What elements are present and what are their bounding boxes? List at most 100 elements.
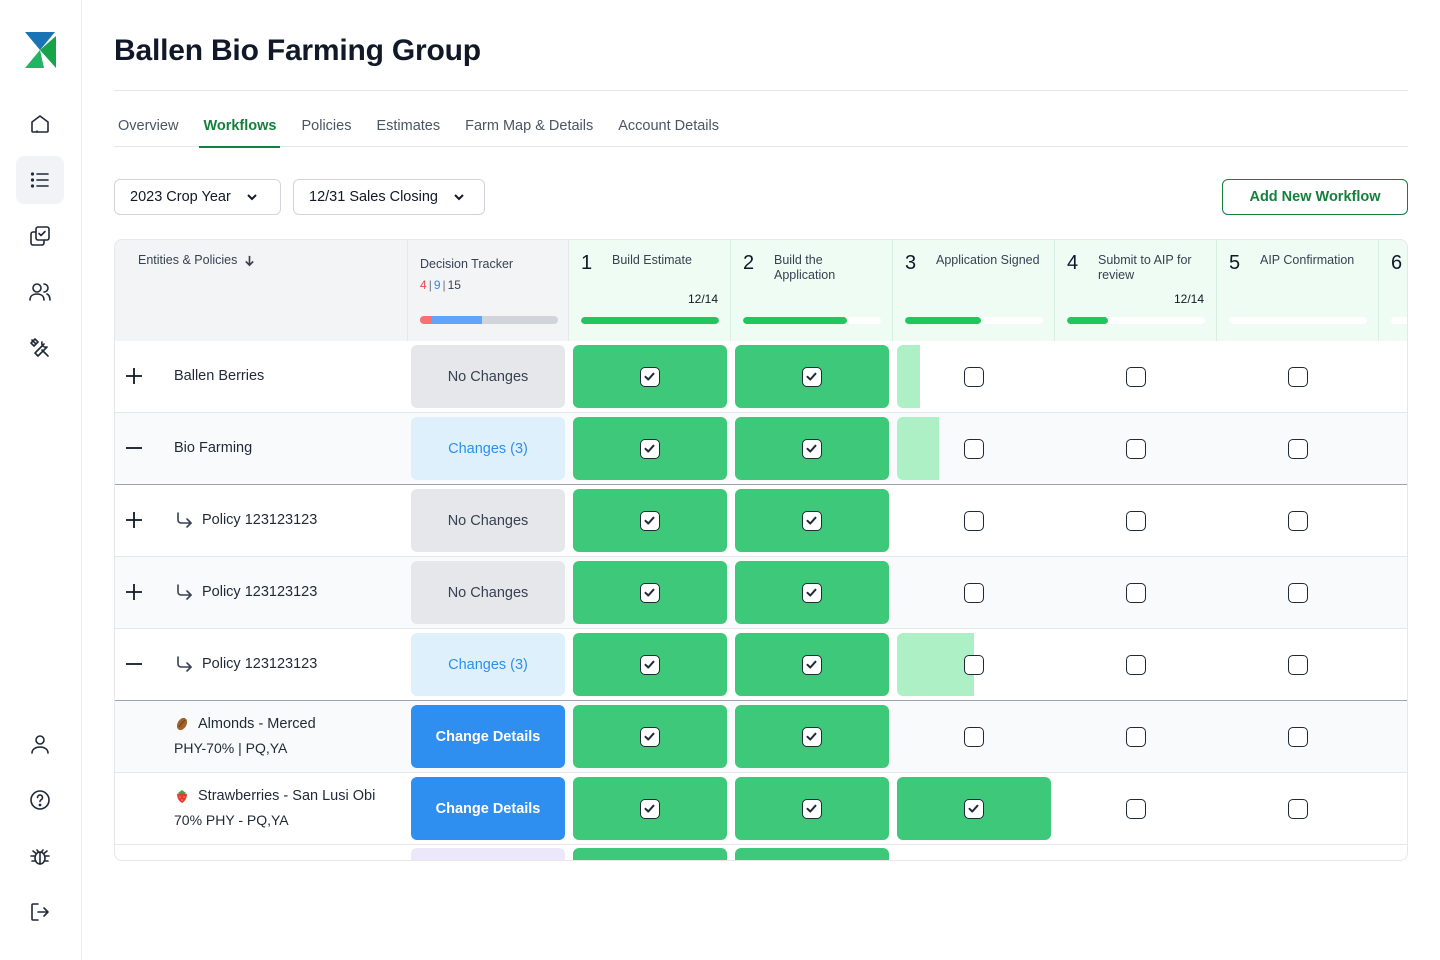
sales-closing-dropdown[interactable]: 12/31 Sales Closing [293, 179, 485, 215]
step-cell[interactable] [735, 345, 889, 408]
step-checkbox[interactable] [802, 583, 822, 603]
step-checkbox[interactable] [802, 655, 822, 675]
step-cell[interactable] [897, 345, 1051, 408]
step-cell[interactable] [573, 561, 727, 624]
step-checkbox[interactable] [964, 727, 984, 747]
step-checkbox[interactable] [1126, 583, 1146, 603]
step-checkbox[interactable] [1126, 655, 1146, 675]
step-checkbox[interactable] [1126, 511, 1146, 531]
nav-users-button[interactable] [16, 268, 64, 316]
tab-policies[interactable]: Policies [297, 104, 355, 147]
step-checkbox[interactable] [802, 439, 822, 459]
step-checkbox[interactable] [1288, 799, 1308, 819]
step-cell[interactable] [1059, 705, 1213, 768]
policy-link[interactable]: Policy 123123123 [174, 654, 317, 674]
step-checkbox[interactable] [964, 655, 984, 675]
step-cell[interactable] [1059, 633, 1213, 696]
step-checkbox[interactable] [964, 583, 984, 603]
step-checkbox[interactable] [640, 511, 660, 531]
expand-row-button[interactable] [123, 365, 145, 387]
crop-item[interactable]: Almonds - Merced PHY-70% | PQ,YA [174, 716, 316, 756]
step-checkbox[interactable] [802, 367, 822, 387]
step-checkbox[interactable] [640, 439, 660, 459]
step-checkbox[interactable] [1288, 367, 1308, 387]
step-checkbox[interactable] [1126, 799, 1146, 819]
change-details-button[interactable]: Change Details [411, 705, 565, 768]
expand-row-button[interactable] [123, 581, 145, 603]
step-cell[interactable] [897, 561, 1051, 624]
entity-name[interactable]: Ballen Berries [174, 368, 264, 384]
nav-policies-button[interactable] [16, 212, 64, 260]
step-checkbox[interactable] [1288, 511, 1308, 531]
step-cell[interactable] [735, 777, 889, 840]
step-cell[interactable] [573, 489, 727, 552]
step-cell[interactable] [735, 705, 889, 768]
step-checkbox[interactable] [1288, 439, 1308, 459]
expand-row-button[interactable] [123, 509, 145, 531]
entities-header[interactable]: Entities & Policies [115, 240, 408, 341]
nav-tools-button[interactable] [16, 324, 64, 372]
step-cell[interactable] [1059, 489, 1213, 552]
policy-link[interactable]: Policy 123123123 [174, 582, 317, 602]
step-checkbox[interactable] [640, 655, 660, 675]
step-checkbox[interactable] [964, 367, 984, 387]
nav-profile-button[interactable] [16, 720, 64, 768]
step-checkbox[interactable] [802, 727, 822, 747]
step-checkbox[interactable] [1126, 439, 1146, 459]
nav-home-button[interactable] [16, 100, 64, 148]
change-details-button[interactable]: Change Details [411, 777, 565, 840]
step-cell[interactable] [1221, 777, 1375, 840]
step-cell[interactable] [1221, 705, 1375, 768]
step-cell[interactable] [897, 777, 1051, 840]
step-cell[interactable] [897, 489, 1051, 552]
step-cell[interactable] [735, 489, 889, 552]
step-checkbox[interactable] [1126, 367, 1146, 387]
step-checkbox[interactable] [1126, 727, 1146, 747]
arrow-down-icon[interactable] [243, 254, 256, 267]
step-cell[interactable] [1059, 561, 1213, 624]
nav-bug-report-button[interactable] [16, 832, 64, 880]
policy-link[interactable]: Policy 123123123 [174, 510, 317, 530]
step-cell[interactable] [573, 777, 727, 840]
step-checkbox[interactable] [640, 583, 660, 603]
tab-estimates[interactable]: Estimates [372, 104, 444, 147]
step-checkbox[interactable] [964, 439, 984, 459]
step-cell[interactable] [573, 417, 727, 480]
collapse-row-button[interactable] [123, 437, 145, 459]
step-cell[interactable] [735, 561, 889, 624]
crop-item[interactable]: Strawberries - San Lusi Obi 70% PHY - PQ,… [174, 788, 375, 828]
step-cell[interactable] [1221, 417, 1375, 480]
step-cell[interactable] [573, 705, 727, 768]
step-checkbox[interactable] [964, 799, 984, 819]
step-cell[interactable] [1059, 417, 1213, 480]
changes-button[interactable]: Changes (3) [411, 417, 565, 480]
step-checkbox[interactable] [1288, 655, 1308, 675]
step-checkbox[interactable] [1288, 727, 1308, 747]
tab-workflows[interactable]: Workflows [199, 104, 281, 148]
step-cell[interactable] [897, 417, 1051, 480]
tab-farm-map-details[interactable]: Farm Map & Details [461, 104, 597, 147]
step-checkbox[interactable] [802, 799, 822, 819]
step-cell[interactable] [735, 633, 889, 696]
step-checkbox[interactable] [640, 799, 660, 819]
step-cell[interactable] [1221, 561, 1375, 624]
nav-workflows-button[interactable] [16, 156, 64, 204]
step-cell[interactable] [897, 633, 1051, 696]
step-checkbox[interactable] [640, 367, 660, 387]
entity-name[interactable]: Bio Farming [174, 440, 252, 456]
crop-year-dropdown[interactable]: 2023 Crop Year [114, 179, 281, 215]
step-cell[interactable] [1221, 345, 1375, 408]
step-checkbox[interactable] [802, 511, 822, 531]
step-cell[interactable] [1221, 633, 1375, 696]
step-checkbox[interactable] [964, 511, 984, 531]
step-cell[interactable] [573, 345, 727, 408]
step-cell[interactable] [735, 417, 889, 480]
tab-overview[interactable]: Overview [114, 104, 182, 147]
step-cell[interactable] [1221, 489, 1375, 552]
step-checkbox[interactable] [640, 727, 660, 747]
step-cell[interactable] [573, 633, 727, 696]
step-cell[interactable] [897, 705, 1051, 768]
step-cell[interactable] [1059, 345, 1213, 408]
step-cell[interactable] [1059, 777, 1213, 840]
step-checkbox[interactable] [1288, 583, 1308, 603]
